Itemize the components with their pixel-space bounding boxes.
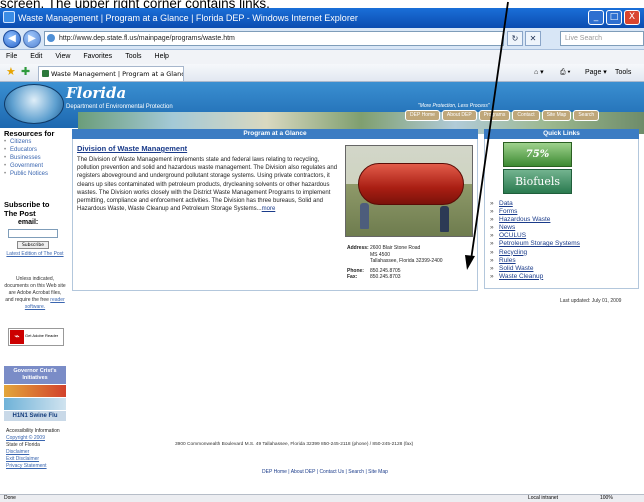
annotation-arrow	[465, 1, 509, 270]
browser-screenshot: screen. The upper right corner contains …	[0, 0, 644, 502]
